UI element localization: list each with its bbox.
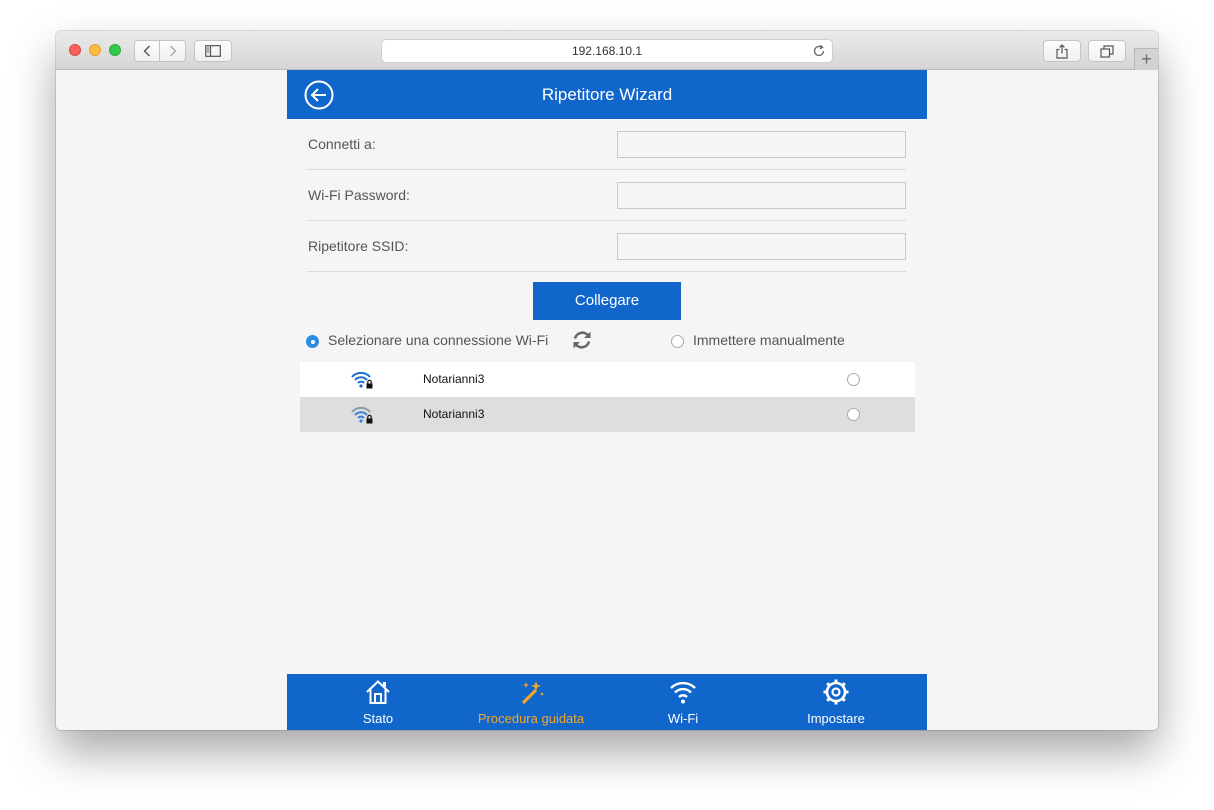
connect-to-input[interactable]: [617, 131, 906, 158]
nav-label-wifi: Wi-Fi: [667, 711, 699, 726]
wifi-lock-icon: [351, 406, 373, 424]
network-ssid: Notarianni3: [423, 372, 485, 386]
zoom-window-button[interactable]: [109, 44, 121, 56]
wifi-password-row: Wi-Fi Password:: [307, 170, 906, 221]
home-icon: [366, 680, 390, 704]
tab-overview-button[interactable]: [1088, 40, 1126, 62]
router-app: Ripetitore Wizard Connetti a: Wi-Fi Pass…: [287, 70, 927, 730]
nav-label-procedura-guidata: Procedura guidata: [477, 711, 585, 726]
share-icon: [1056, 43, 1068, 59]
connection-mode-selector: Selezionare una connessione Wi-Fi Immett…: [306, 329, 906, 353]
connect-to-row: Connetti a:: [307, 119, 906, 170]
wifi-password-label: Wi-Fi Password:: [308, 187, 410, 203]
select-wifi-radio[interactable]: [306, 335, 319, 348]
chevron-left-icon: [143, 45, 150, 57]
forward-nav-button[interactable]: [160, 41, 185, 61]
page-title: Ripetitore Wizard: [541, 85, 673, 104]
manual-entry-label[interactable]: Immettere manualmente: [693, 332, 845, 348]
minimize-window-button[interactable]: [89, 44, 101, 56]
refresh-icon[interactable]: [571, 329, 593, 351]
network-list-item[interactable]: Notarianni3: [300, 397, 915, 432]
back-nav-button[interactable]: [135, 41, 161, 61]
nav-label-impostare: Impostare: [807, 711, 865, 726]
magic-wand-icon: [521, 681, 544, 705]
tabs-icon: [1100, 44, 1114, 58]
history-nav-group: [134, 40, 186, 62]
connect-button[interactable]: Collegare: [533, 282, 681, 320]
page-header: Ripetitore Wizard: [287, 70, 927, 119]
connect-to-label: Connetti a:: [308, 136, 376, 152]
wifi-icon: [670, 681, 696, 704]
address-text: 192.168.10.1: [571, 44, 643, 58]
manual-entry-radio[interactable]: [671, 335, 684, 348]
share-button[interactable]: [1043, 40, 1081, 62]
plus-icon: +: [1141, 49, 1152, 69]
browser-window: 192.168.10.1 + Ripetitore Wizard Connett…: [56, 31, 1158, 730]
network-ssid: Notarianni3: [423, 407, 485, 421]
web-page: Ripetitore Wizard Connetti a: Wi-Fi Pass…: [56, 70, 1158, 730]
nav-item-impostare[interactable]: Impostare: [766, 674, 906, 730]
network-select-radio[interactable]: [847, 408, 860, 421]
browser-toolbar: 192.168.10.1 +: [56, 31, 1158, 70]
new-tab-button[interactable]: +: [1134, 48, 1158, 70]
bottom-navigation: Stato Procedura guidata Wi-Fi Impostare: [287, 674, 927, 730]
wifi-network-list: Notarianni3 Notarianni3: [300, 362, 915, 432]
wifi-password-input[interactable]: [617, 182, 906, 209]
repeater-ssid-row: Ripetitore SSID:: [307, 221, 906, 272]
sidebar-toggle-button[interactable]: [194, 40, 232, 62]
repeater-ssid-label: Ripetitore SSID:: [308, 238, 409, 254]
network-select-radio[interactable]: [847, 373, 860, 386]
network-list-item[interactable]: Notarianni3: [300, 362, 915, 397]
close-window-button[interactable]: [69, 44, 81, 56]
nav-item-stato[interactable]: Stato: [308, 674, 448, 730]
nav-item-wifi[interactable]: Wi-Fi: [613, 674, 753, 730]
reload-icon[interactable]: [812, 44, 826, 58]
nav-item-procedura-guidata[interactable]: Procedura guidata: [461, 674, 601, 730]
chevron-right-icon: [169, 45, 176, 57]
select-wifi-label[interactable]: Selezionare una connessione Wi-Fi: [328, 332, 548, 348]
sidebar-icon: [205, 45, 221, 57]
nav-label-stato: Stato: [362, 711, 394, 726]
gear-icon: [823, 679, 849, 705]
wifi-lock-icon: [351, 371, 373, 389]
repeater-ssid-input[interactable]: [617, 233, 906, 260]
address-bar[interactable]: 192.168.10.1: [381, 39, 833, 63]
